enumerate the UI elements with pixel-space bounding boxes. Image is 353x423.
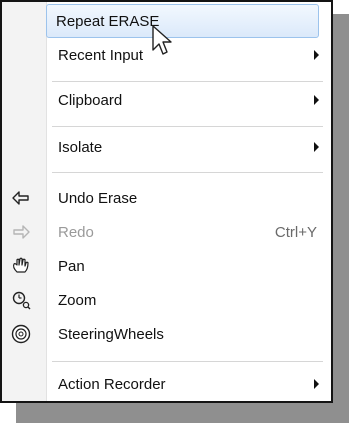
menu-item-action-recorder[interactable]: Action Recorder xyxy=(4,367,329,401)
menu-item-repeat-erase[interactable]: Repeat ERASE xyxy=(46,4,319,38)
menu-separator xyxy=(52,126,323,127)
mouse-pointer-icon xyxy=(152,25,172,55)
submenu-arrow-icon xyxy=(314,142,319,152)
menu-item-label: Clipboard xyxy=(58,91,123,109)
menu-item-label: Pan xyxy=(58,257,85,275)
menu-item-label: Isolate xyxy=(58,138,103,156)
menu-item-label: Action Recorder xyxy=(58,375,166,393)
menu-item-label: SteeringWheels xyxy=(58,325,164,343)
menu-item-label: Recent Input xyxy=(58,46,144,64)
menu-item-zoom[interactable]: Zoom xyxy=(4,283,329,317)
menu-separator xyxy=(52,172,323,173)
menu-item-redo[interactable]: Redo Ctrl+Y xyxy=(4,215,329,249)
zoom-icon xyxy=(12,291,31,310)
submenu-arrow-icon xyxy=(314,50,319,60)
menu-item-label: Repeat ERASE xyxy=(56,12,160,30)
menu-item-label: Zoom xyxy=(58,291,97,309)
menu-item-undo-erase[interactable]: Undo Erase xyxy=(4,181,329,215)
context-menu: Repeat ERASE Recent Input Clipboard Isol… xyxy=(0,0,333,403)
submenu-arrow-icon xyxy=(314,95,319,105)
redo-icon xyxy=(13,225,30,239)
steering-wheels-icon xyxy=(11,324,31,344)
submenu-arrow-icon xyxy=(314,379,319,389)
menu-item-pan[interactable]: Pan xyxy=(4,249,329,283)
pan-hand-icon xyxy=(13,257,29,273)
menu-item-isolate[interactable]: Isolate xyxy=(4,130,329,164)
menu-separator xyxy=(52,361,323,362)
menu-item-label: Undo Erase xyxy=(58,189,138,207)
menu-item-label: Redo xyxy=(58,223,94,241)
menu-separator xyxy=(52,81,323,82)
shortcut-label: Ctrl+Y xyxy=(274,223,317,241)
undo-icon xyxy=(12,191,29,205)
menu-item-steeringwheels[interactable]: SteeringWheels xyxy=(4,317,329,351)
menu-item-clipboard[interactable]: Clipboard xyxy=(4,83,329,117)
